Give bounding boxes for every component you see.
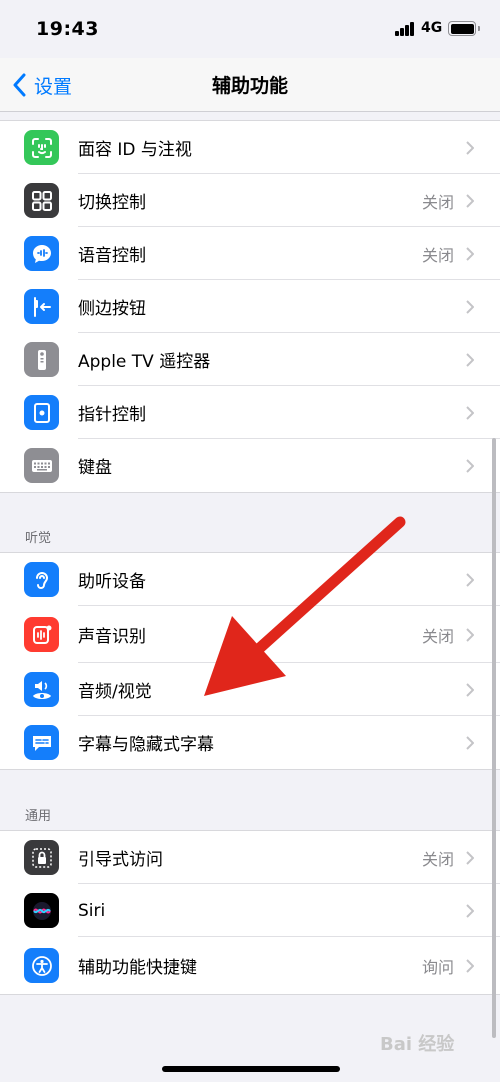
voice-control-icon (24, 236, 59, 271)
audio-visual-icon (24, 672, 59, 707)
row-label: Apple TV 遥控器 (78, 352, 211, 372)
chevron-right-icon (466, 140, 474, 155)
row-voice-control[interactable]: 语音控制 关闭 (0, 227, 500, 280)
row-label: 声音识别 (78, 627, 146, 647)
chevron-right-icon (466, 352, 474, 367)
row-label: 助听设备 (78, 572, 146, 592)
row-label: 切换控制 (78, 193, 146, 213)
row-label: 字幕与隐藏式字幕 (78, 735, 214, 755)
side-button-icon (24, 289, 59, 324)
row-value: 关闭 (421, 849, 454, 869)
sound-recognition-icon (24, 617, 59, 652)
section-header-hearing: 听觉 (25, 531, 52, 546)
navigation-bar: 设置 辅助功能 (0, 58, 500, 112)
remote-icon (24, 342, 59, 377)
row-label: 键盘 (78, 458, 112, 478)
accessibility-icon (24, 948, 59, 983)
face-id-icon (24, 130, 59, 165)
row-subtitles-captioning[interactable]: 字幕与隐藏式字幕 (0, 716, 500, 769)
status-bar: 19:43 4G (0, 0, 500, 58)
row-face-id[interactable]: 面容 ID 与注视 (0, 121, 500, 174)
chevron-right-icon (466, 193, 474, 208)
row-label: 指针控制 (78, 405, 146, 425)
siri-icon (24, 893, 59, 928)
row-pointer-control[interactable]: 指针控制 (0, 386, 500, 439)
chevron-right-icon (466, 299, 474, 314)
row-siri[interactable]: Siri (0, 884, 500, 937)
row-label: 侧边按钮 (78, 299, 146, 319)
row-label: 语音控制 (78, 246, 146, 266)
network-label: 4G (421, 20, 443, 36)
lock-icon (24, 840, 59, 875)
row-label: 音频/视觉 (78, 682, 152, 702)
row-keyboard[interactable]: 键盘 (0, 439, 500, 492)
row-value: 关闭 (421, 192, 454, 212)
chevron-right-icon (466, 405, 474, 420)
battery-icon (448, 21, 480, 36)
chevron-right-icon (466, 682, 474, 697)
group-general: 引导式访问 关闭 Siri 辅助功能快捷键 询问 (0, 830, 500, 995)
pointer-icon (24, 395, 59, 430)
scroll-indicator[interactable] (492, 438, 496, 1038)
group-hearing: 助听设备 声音识别 关闭 音频/视觉 字幕与隐藏式字幕 (0, 552, 500, 770)
home-indicator[interactable] (162, 1066, 340, 1072)
status-time: 19:43 (36, 18, 99, 40)
row-value: 询问 (421, 957, 454, 977)
row-audio-visual[interactable]: 音频/视觉 (0, 663, 500, 716)
page-title: 辅助功能 (211, 75, 288, 97)
signal-icon (395, 22, 415, 36)
chevron-right-icon (466, 458, 474, 473)
row-value: 关闭 (421, 626, 454, 646)
chevron-right-icon (466, 850, 474, 865)
chevron-right-icon (466, 572, 474, 587)
chevron-right-icon (466, 627, 474, 642)
ear-icon (24, 562, 59, 597)
row-label: Siri (78, 900, 106, 921)
chevron-right-icon (466, 903, 474, 918)
row-hearing-devices[interactable]: 助听设备 (0, 553, 500, 606)
group-interaction: 面容 ID 与注视 切换控制 关闭 语音控制 关闭 侧边按钮 Apple TV … (0, 120, 500, 493)
chevron-right-icon (466, 246, 474, 261)
watermark: Bai 经验 (380, 1034, 455, 1055)
row-sound-recognition[interactable]: 声音识别 关闭 (0, 606, 500, 663)
row-guided-access[interactable]: 引导式访问 关闭 (0, 831, 500, 884)
row-apple-tv-remote[interactable]: Apple TV 遥控器 (0, 333, 500, 386)
chevron-right-icon (466, 958, 474, 973)
keyboard-icon (24, 448, 59, 483)
row-switch-control[interactable]: 切换控制 关闭 (0, 174, 500, 227)
row-value: 关闭 (421, 245, 454, 265)
section-header-general: 通用 (25, 809, 52, 824)
chevron-right-icon (466, 735, 474, 750)
row-side-button[interactable]: 侧边按钮 (0, 280, 500, 333)
row-label: 引导式访问 (78, 850, 163, 870)
captions-icon (24, 725, 59, 760)
row-accessibility-shortcut[interactable]: 辅助功能快捷键 询问 (0, 937, 500, 994)
row-label: 辅助功能快捷键 (78, 958, 197, 978)
row-label: 面容 ID 与注视 (78, 140, 192, 160)
switch-control-icon (24, 183, 59, 218)
